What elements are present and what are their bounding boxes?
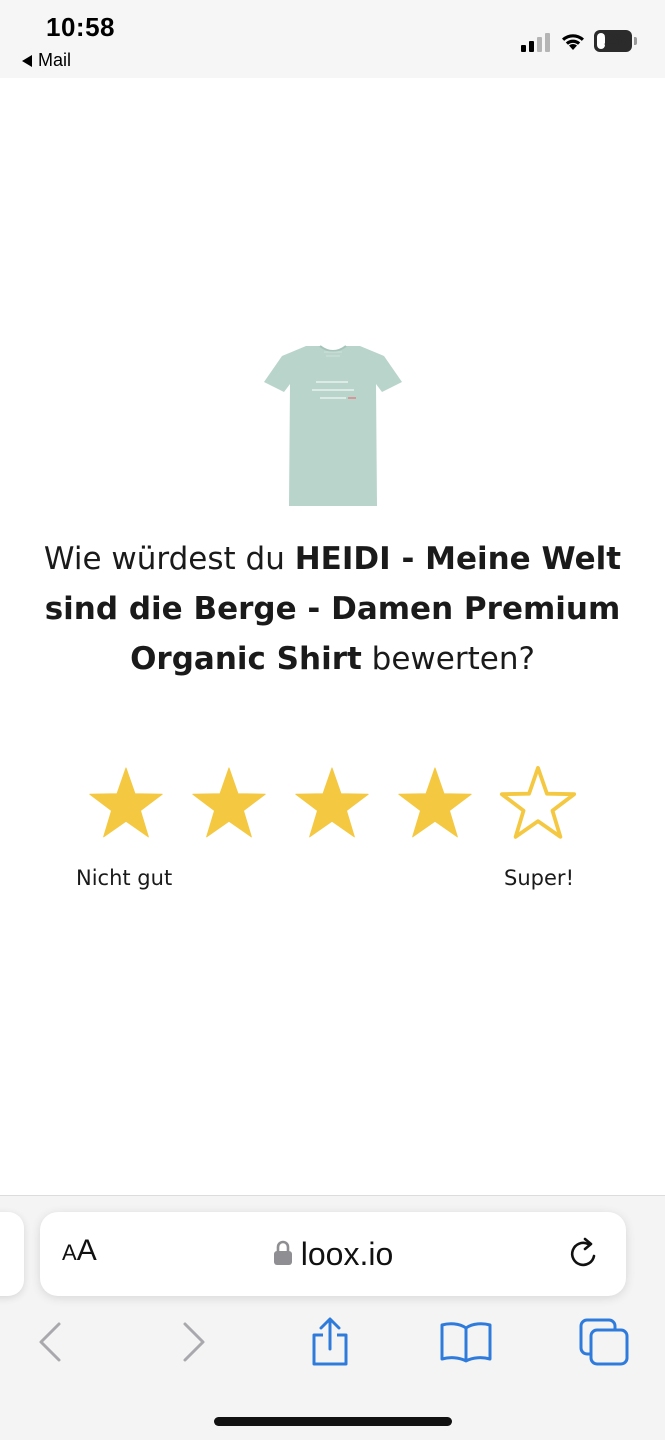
back-triangle-icon [22,54,32,67]
tabs-icon [579,1318,629,1366]
aa-large-letter: A [76,1234,97,1267]
wifi-icon [562,34,584,50]
forward-icon [183,1322,205,1362]
bookmarks-button[interactable] [438,1314,494,1370]
home-indicator[interactable] [214,1417,452,1426]
star-1-icon[interactable] [84,766,168,846]
bookmarks-icon [440,1322,492,1363]
share-icon [312,1317,348,1366]
rating-label-low: Nicht gut [76,866,173,890]
battery-icon: 26 [594,30,638,52]
question-prefix: Wie würdest du [43,541,295,577]
url-text[interactable]: loox.io [301,1236,394,1273]
previous-tab-preview[interactable] [0,1212,24,1296]
battery-cap [634,37,637,45]
star-rating[interactable] [84,766,584,846]
back-icon [39,1322,61,1362]
battery-percentage: 26 [604,32,622,49]
back-app-label: Mail [38,50,72,70]
rating-question: Wie würdest du HEIDI - Meine Welt sind d… [30,534,635,684]
browser-toolbar: A A loox.io [0,1195,665,1440]
reload-icon[interactable] [566,1236,602,1272]
back-to-mail-link[interactable]: Mail [22,50,71,71]
question-suffix: bewerten? [361,641,535,677]
lock-icon [273,1240,292,1265]
product-tshirt-image [264,345,402,506]
star-2-icon[interactable] [187,766,271,846]
rating-label-high: Super! [504,866,574,890]
cellular-signal-icon [521,33,550,52]
aa-small-letter: A [62,1240,77,1265]
star-3-icon[interactable] [290,766,374,846]
tabs-button[interactable] [576,1314,632,1370]
status-time: 10:58 [46,12,115,42]
page-text-size-button[interactable]: A A [62,1234,97,1274]
back-button[interactable] [22,1314,78,1370]
address-bar[interactable]: A A loox.io [40,1212,626,1296]
star-5-icon[interactable] [496,766,580,846]
status-bar: 10:58 Mail 26 [0,0,665,78]
url-display: loox.io [40,1212,626,1296]
star-4-icon[interactable] [393,766,477,846]
share-button[interactable] [302,1314,358,1370]
forward-button[interactable] [166,1314,222,1370]
